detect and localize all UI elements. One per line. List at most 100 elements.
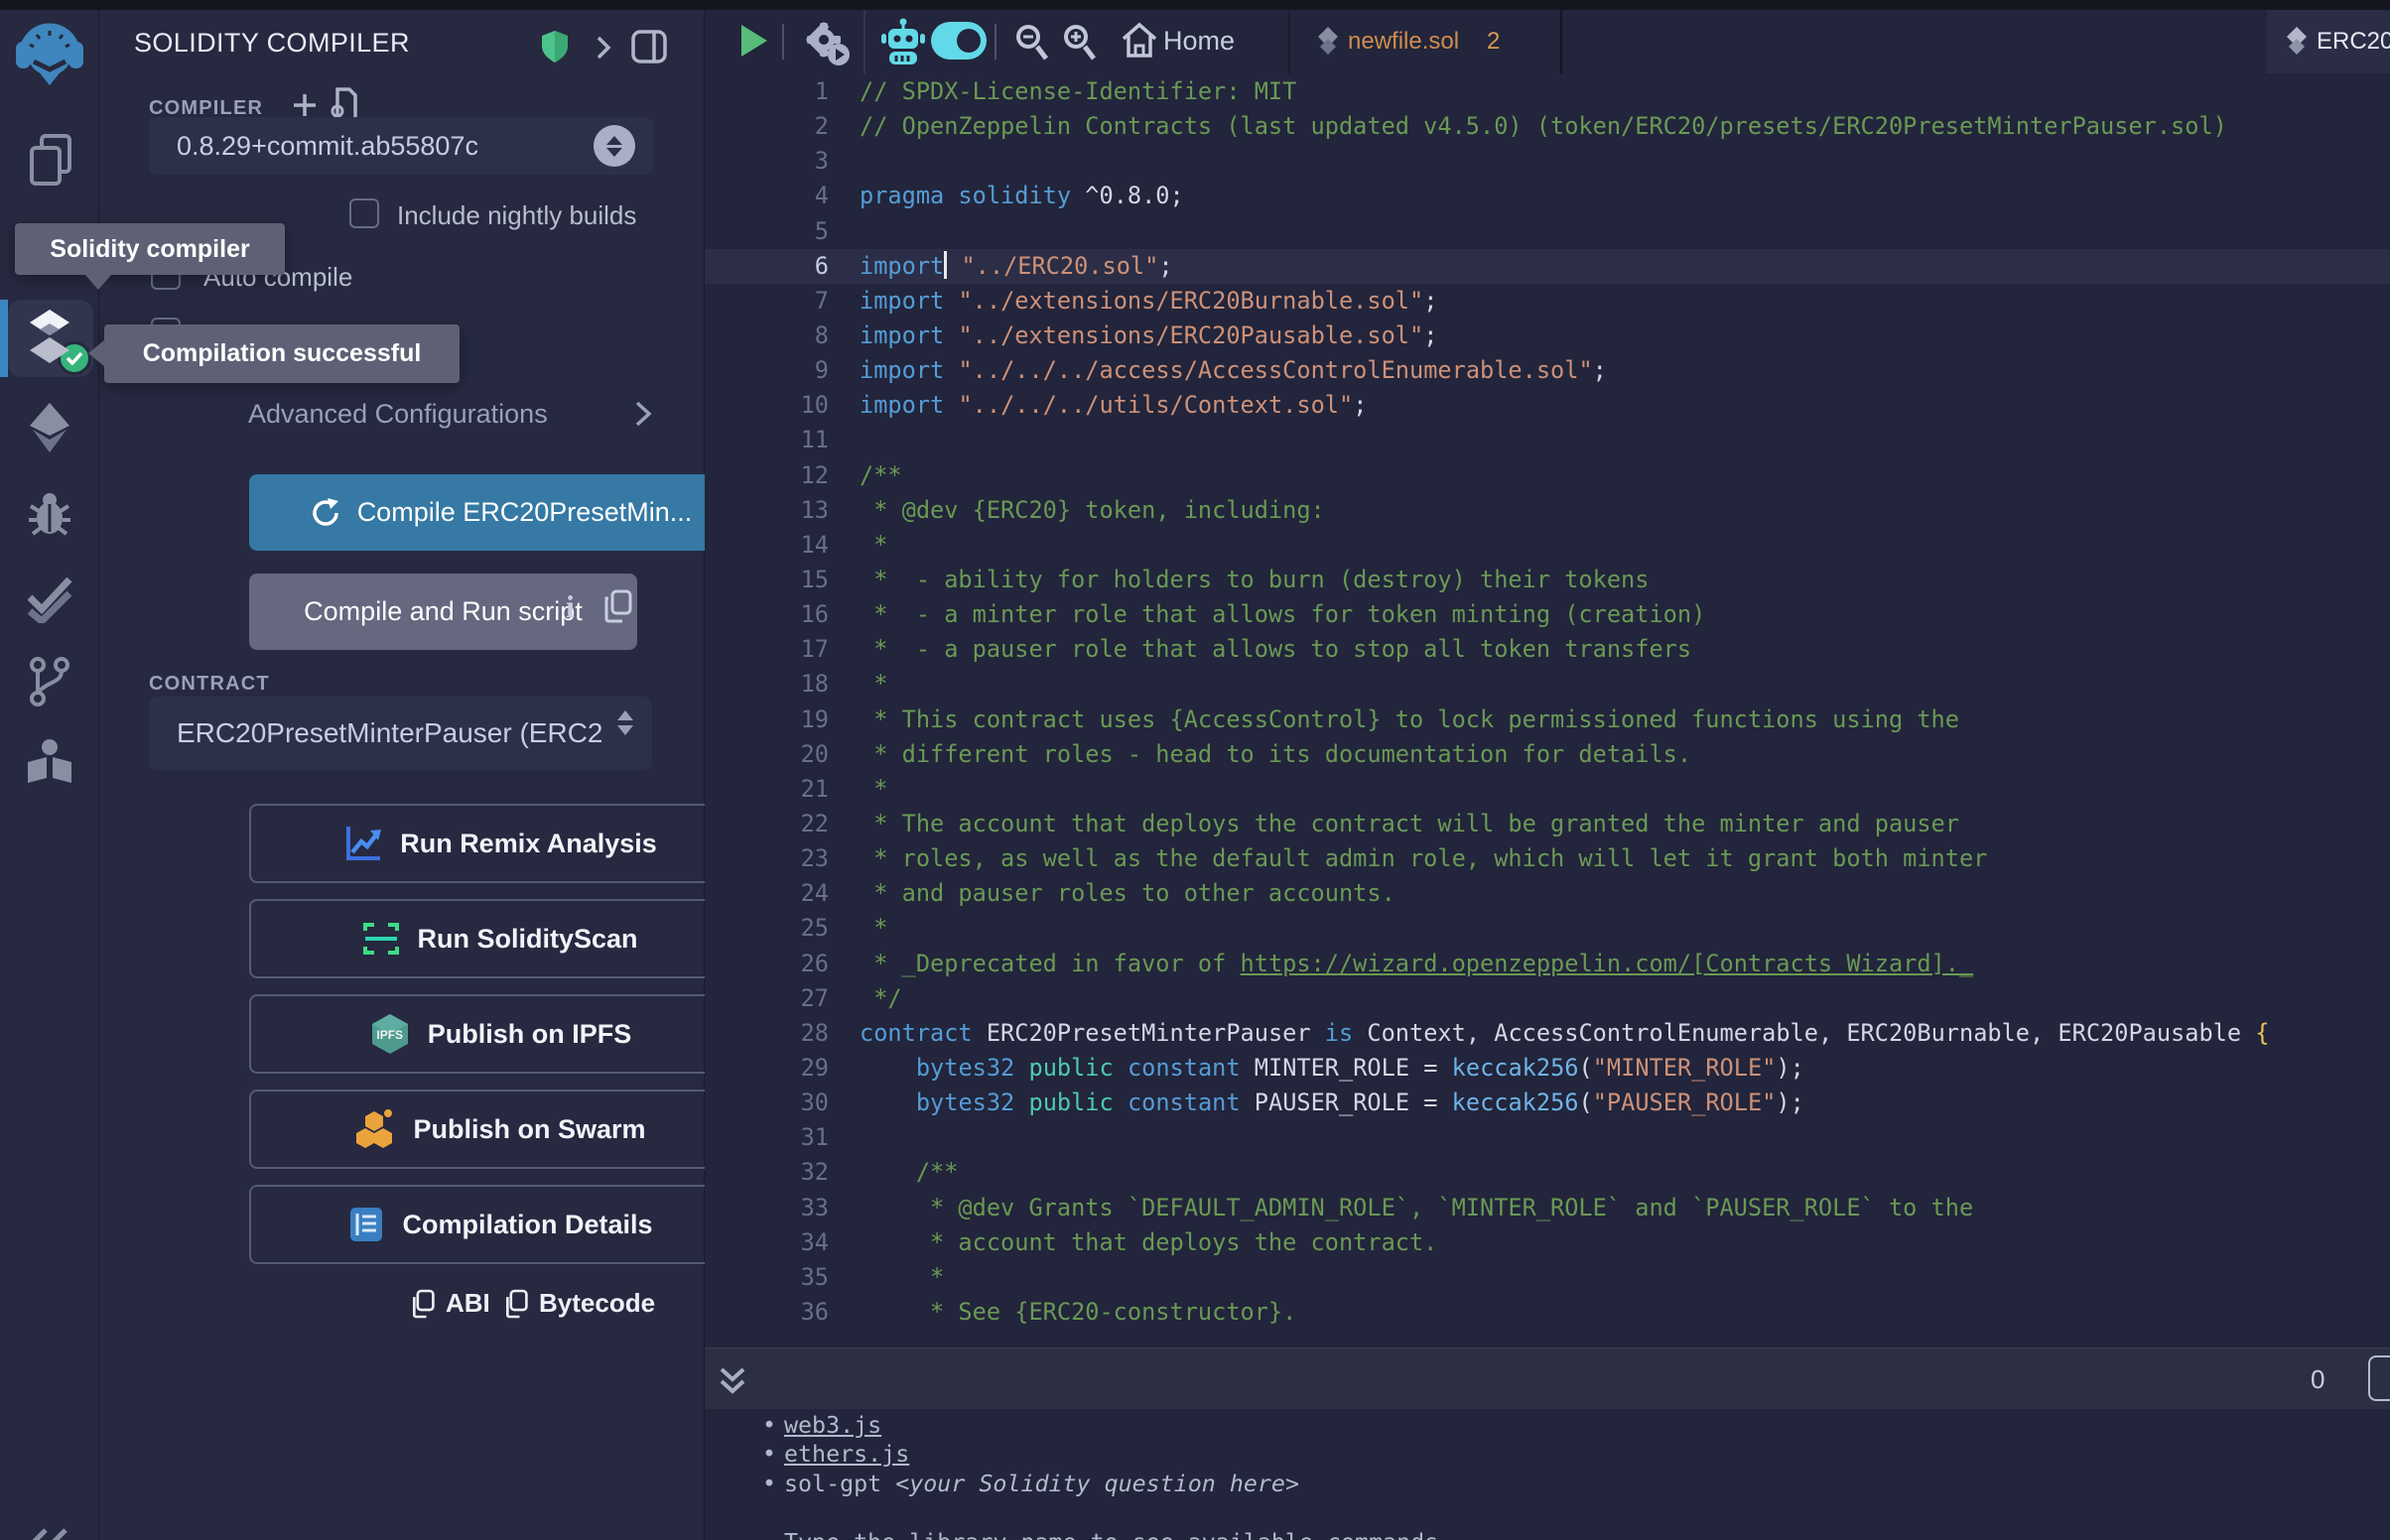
code-line[interactable]: 11 [705, 423, 2390, 457]
code-line[interactable]: 26 * _Deprecated in favor of https://wiz… [705, 947, 2390, 981]
code-line[interactable]: 29 bytes32 public constant MINTER_ROLE =… [705, 1051, 2390, 1086]
expand-terminal-icon[interactable] [719, 1366, 746, 1396]
line-number: 15 [705, 563, 829, 597]
code-line[interactable]: 12/** [705, 458, 2390, 493]
solidity-compiler-tooltip: Solidity compiler [15, 223, 285, 275]
copy-abi[interactable]: ABI [410, 1288, 490, 1319]
terminal-search-input[interactable] [2368, 1355, 2390, 1401]
code-line[interactable]: 31 [705, 1120, 2390, 1155]
code-line[interactable]: 4pragma solidity ^0.8.0; [705, 179, 2390, 213]
code-line[interactable]: 17 * - a pauser role that allows to stop… [705, 632, 2390, 667]
shield-icon[interactable] [541, 30, 569, 64]
git-icon[interactable] [30, 657, 69, 706]
tab-active[interactable]: ERC20PresetMinterPauser.sol ✕ [2267, 10, 2390, 73]
plus-icon[interactable] [291, 91, 319, 119]
code-text: * and pauser roles to other accounts. [860, 876, 1395, 911]
compile-button[interactable]: Compile ERC20PresetMin... [249, 474, 752, 551]
contract-select[interactable]: ERC20PresetMinterPauser (ERC20 [149, 697, 652, 770]
code-line[interactable]: 20 * different roles - head to its docum… [705, 737, 2390, 772]
code-line[interactable]: 21 * [705, 772, 2390, 807]
code-line[interactable]: 1// SPDX-License-Identifier: MIT [705, 74, 2390, 109]
home-icon[interactable] [1122, 22, 1157, 60]
copy-bytecode[interactable]: Bytecode [503, 1288, 655, 1319]
code-line[interactable]: 9import "../../../access/AccessControlEn… [705, 353, 2390, 388]
code-line[interactable]: 28contract ERC20PresetMinterPauser is Co… [705, 1016, 2390, 1051]
advanced-configurations[interactable]: Advanced Configurations [248, 399, 548, 430]
publish-ipfs-button[interactable]: IPFS Publish on IPFS [249, 994, 752, 1074]
certificate-icon[interactable] [330, 87, 357, 121]
terminal-link[interactable]: ethers.js [784, 1441, 909, 1468]
copy-script-icon[interactable] [603, 589, 633, 623]
terminal-link[interactable]: web3.js [784, 1412, 881, 1439]
plugin-manager-icon[interactable] [25, 738, 74, 786]
code-text: * account that deploys the contract. [860, 1225, 1437, 1260]
code-line[interactable]: 35 * [705, 1260, 2390, 1295]
solidity-compiler-icon[interactable] [22, 306, 77, 367]
code-line[interactable]: 34 * account that deploys the contract. [705, 1225, 2390, 1260]
run-solidityscan-button[interactable]: Run SolidityScan [249, 899, 752, 978]
code-line[interactable]: 6import "../ERC20.sol"; [705, 249, 2390, 284]
code-line[interactable]: 24 * and pauser roles to other accounts. [705, 876, 2390, 911]
code-line[interactable]: 10import "../../../utils/Context.sol"; [705, 388, 2390, 423]
terminal-output[interactable]: •web3.js•ethers.js•sol-gpt <your Solidit… [705, 1409, 2390, 1540]
code-line[interactable]: 5 [705, 214, 2390, 249]
deploy-run-icon[interactable] [27, 403, 72, 452]
line-number: 13 [705, 493, 829, 528]
collapse-sidebar-icon[interactable] [26, 1528, 73, 1540]
code-line[interactable]: 25 * [705, 911, 2390, 946]
line-number: 30 [705, 1086, 829, 1120]
ai-toggle[interactable] [931, 22, 987, 60]
debugger-icon[interactable] [27, 490, 72, 538]
terminal-line: Type the library name to see available c… [705, 1528, 2390, 1540]
solidity-compiler-panel: SOLIDITY COMPILER COMPILER [99, 10, 705, 1540]
code-line[interactable]: 3 [705, 144, 2390, 179]
run-remix-analysis-button[interactable]: Run Remix Analysis [249, 804, 752, 883]
code-line[interactable]: 7import "../extensions/ERC20Burnable.sol… [705, 284, 2390, 319]
chevron-right-icon[interactable] [594, 36, 613, 60]
gear-run-icon[interactable] [802, 18, 852, 67]
compilation-details-button[interactable]: Compilation Details [249, 1185, 752, 1264]
line-number: 31 [705, 1120, 829, 1155]
compiler-version-select[interactable]: 0.8.29+commit.ab55807c [149, 117, 653, 175]
code-line[interactable]: 33 * @dev Grants `DEFAULT_ADMIN_ROLE`, `… [705, 1191, 2390, 1225]
code-line[interactable]: 32 /** [705, 1155, 2390, 1190]
bytecode-label: Bytecode [539, 1288, 655, 1319]
code-line[interactable]: 19 * This contract uses {AccessControl} … [705, 703, 2390, 737]
file-explorer-icon[interactable] [26, 131, 75, 191]
details-doc-icon [348, 1206, 384, 1243]
version-spinner-icon[interactable] [594, 125, 635, 167]
robot-icon[interactable] [879, 18, 927, 65]
tab-newfile[interactable]: newfile.sol [1348, 28, 1459, 56]
compile-and-run-button[interactable]: Compile and Run script [249, 574, 637, 650]
remix-logo[interactable] [14, 16, 85, 87]
code-text: /** [860, 1155, 958, 1190]
code-line[interactable]: 18 * [705, 667, 2390, 702]
play-icon[interactable] [740, 24, 768, 58]
code-line[interactable]: 15 * - ability for holders to burn (dest… [705, 563, 2390, 597]
include-nightly-checkbox[interactable] [349, 198, 379, 228]
split-view-icon[interactable] [631, 30, 667, 64]
zoom-out-icon[interactable] [1012, 22, 1050, 62]
code-line[interactable]: 22 * The account that deploys the contra… [705, 807, 2390, 841]
zoom-in-icon[interactable] [1060, 22, 1098, 62]
code-line[interactable]: 16 * - a minter role that allows for tok… [705, 597, 2390, 632]
code-line[interactable]: 23 * roles, as well as the default admin… [705, 841, 2390, 876]
code-line[interactable]: 36 * See {ERC20-constructor}. [705, 1295, 2390, 1330]
advanced-chevron-icon[interactable] [633, 401, 653, 427]
code-editor[interactable]: 1// SPDX-License-Identifier: MIT2// Open… [705, 73, 2390, 1348]
home-tab-label[interactable]: Home [1163, 26, 1235, 57]
unit-testing-icon[interactable] [26, 576, 73, 623]
code-line[interactable]: 30 bytes32 public constant PAUSER_ROLE =… [705, 1086, 2390, 1120]
code-line[interactable]: 13 * @dev {ERC20} token, including: [705, 493, 2390, 528]
publish-swarm-button[interactable]: Publish on Swarm [249, 1090, 752, 1169]
line-number: 17 [705, 632, 829, 667]
info-icon[interactable]: i [566, 588, 575, 625]
code-line[interactable]: 2// OpenZeppelin Contracts (last updated… [705, 109, 2390, 144]
code-text: * different roles - head to its document… [860, 737, 1691, 772]
code-line[interactable]: 8import "../extensions/ERC20Pausable.sol… [705, 319, 2390, 353]
code-line[interactable]: 14 * [705, 528, 2390, 563]
line-number: 5 [705, 214, 829, 249]
code-line[interactable]: 27 */ [705, 981, 2390, 1016]
line-number: 21 [705, 772, 829, 807]
swarm-icon [355, 1109, 395, 1149]
